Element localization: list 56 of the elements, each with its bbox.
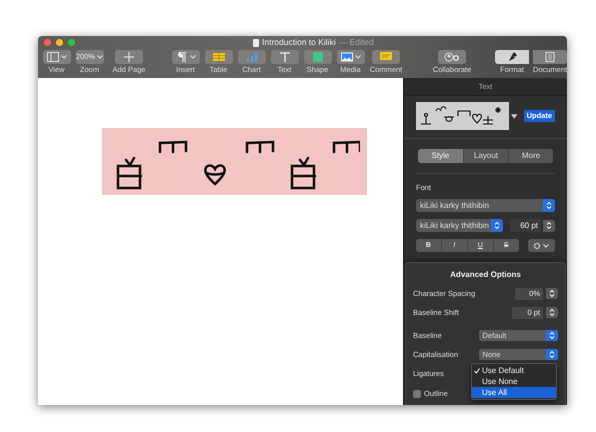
- up-down-arrows-icon: [546, 330, 558, 341]
- sidebar-tab[interactable]: Style: [418, 149, 463, 163]
- up-down-arrows-icon: [546, 288, 558, 299]
- plus-icon: [123, 52, 135, 62]
- document-icon: [544, 52, 556, 62]
- paragraph-style-preview[interactable]: [416, 102, 510, 130]
- popover-title: Advanced Options: [449, 269, 522, 281]
- text-options-button[interactable]: [528, 239, 555, 252]
- view-toolbar-button[interactable]: [42, 50, 70, 64]
- minimize-window-button[interactable]: [56, 39, 63, 46]
- font-family-select[interactable]: kiLiki karky thithibin: [416, 199, 555, 212]
- text-icon: [278, 52, 290, 62]
- image-icon: [340, 52, 352, 62]
- gear-icon: [533, 242, 542, 250]
- zoom-window-button[interactable]: [68, 39, 75, 46]
- paragraph-toolbar-button[interactable]: [172, 50, 200, 64]
- chevron-down-icon: [543, 244, 550, 248]
- sidebar-layout-icon: [46, 52, 58, 62]
- chart-toolbar-button[interactable]: [238, 50, 266, 64]
- chevron-down-icon: [190, 55, 196, 59]
- inspector-tab[interactable]: [495, 50, 529, 64]
- chevron-down-icon: [97, 55, 104, 59]
- comment-toolbar-button[interactable]: [372, 50, 400, 64]
- sidebar-tab[interactable]: More: [508, 149, 553, 163]
- media-toolbar-button[interactable]: [336, 50, 364, 64]
- ligatures-menu-item[interactable]: Use Default: [472, 365, 556, 376]
- plus-toolbar-button[interactable]: [115, 50, 143, 64]
- ligatures-menu-item[interactable]: Use All: [472, 387, 556, 398]
- bar-chart-icon: [246, 52, 258, 62]
- person-plus-icon: [444, 52, 460, 62]
- up-down-arrows-icon: [546, 349, 558, 360]
- up-down-arrows-icon: [543, 220, 555, 232]
- checkmark-icon: [474, 368, 480, 374]
- outline-checkbox[interactable]: [413, 390, 421, 398]
- dropdown-triangle-icon: [511, 114, 518, 118]
- paintbrush-icon: [506, 52, 518, 62]
- font-size-field[interactable]: 60 pt: [510, 219, 541, 232]
- square-icon: [312, 52, 324, 62]
- table-icon: [212, 52, 224, 62]
- ligatures-menu-item[interactable]: Use None: [472, 376, 556, 387]
- pilcrow-icon: [176, 52, 188, 62]
- collaborate-toolbar-button[interactable]: [438, 50, 466, 64]
- document-file-icon: [253, 38, 259, 46]
- up-down-arrows-icon: [543, 199, 555, 212]
- close-window-button[interactable]: [44, 39, 51, 46]
- up-down-arrows-icon: [490, 219, 503, 232]
- shape-toolbar-button[interactable]: [304, 50, 332, 64]
- typeface-select[interactable]: kiLiki karky thithibin: [416, 219, 503, 232]
- text-toolbar-button[interactable]: [270, 50, 298, 64]
- chevron-down-icon: [354, 55, 360, 59]
- edited-status: — Edited: [338, 36, 374, 49]
- window-title: Introduction to Kiliki: [262, 36, 336, 49]
- table-toolbar-button[interactable]: [204, 50, 232, 64]
- chevron-down-icon: [60, 55, 66, 59]
- up-down-arrows-icon: [546, 307, 558, 318]
- comment-icon: [380, 52, 392, 62]
